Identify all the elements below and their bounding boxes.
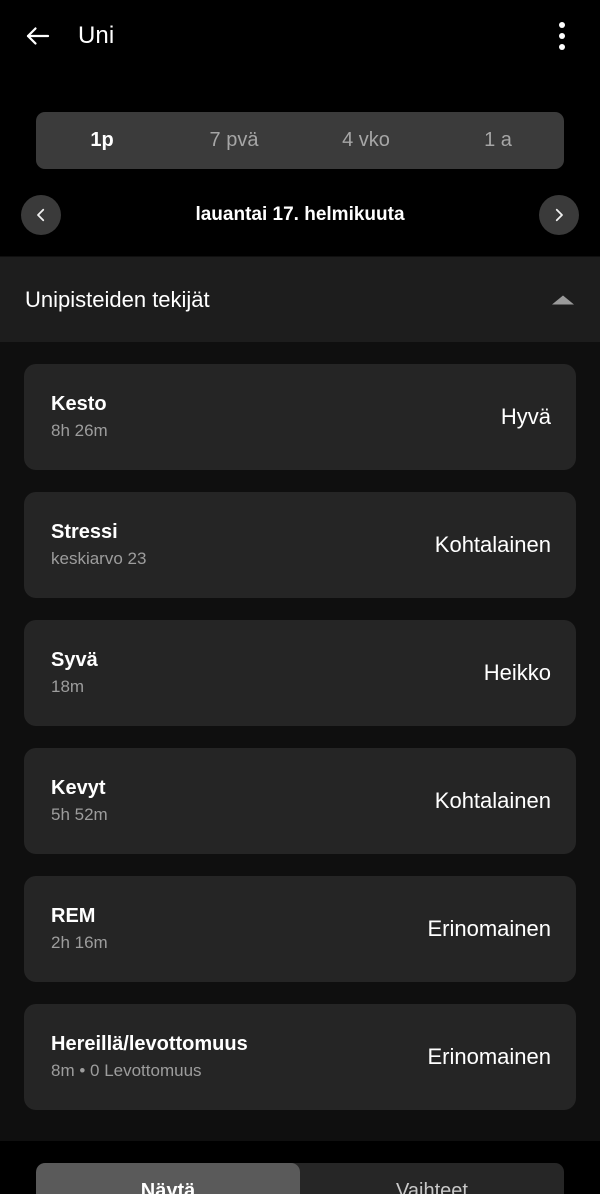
status-badge: Kohtalainen: [434, 532, 551, 557]
top-bar-area: Uni 1p 7 pvä 4 vko 1 a lauantai 17. helm: [0, 0, 600, 256]
factor-detail: 5h 52m: [51, 805, 108, 824]
tab-1p[interactable]: 1p: [36, 112, 168, 169]
factor-detail: 8h 26m: [51, 421, 108, 440]
tab-4vko[interactable]: 4 vko: [300, 112, 432, 169]
arrow-left-icon: [23, 21, 53, 51]
kebab-dot: [559, 22, 565, 28]
card-text-group: Stressi keskiarvo 23: [24, 519, 435, 571]
status-badge: Kohtalainen: [434, 788, 551, 813]
sleep-factor-list: Kesto 8h 26m Hyvä Stressi keskiarvo 23 K…: [0, 342, 600, 1132]
tab-1a[interactable]: 1 a: [432, 112, 564, 169]
kebab-menu-icon[interactable]: [534, 8, 590, 64]
factor-name: Kesto: [51, 393, 107, 415]
bottom-toggle-strip: Näytä Vaihteet: [0, 1141, 600, 1194]
card-text-group: Kesto 8h 26m: [24, 391, 501, 443]
caret-up-icon[interactable]: [552, 295, 574, 304]
bottom-tab-naytat[interactable]: Näytä: [36, 1163, 300, 1194]
factor-name: Syvä: [51, 649, 98, 671]
list-item[interactable]: Kesto 8h 26m Hyvä: [24, 364, 576, 470]
page-title: Uni: [78, 22, 115, 49]
list-item[interactable]: Kevyt 5h 52m Kohtalainen: [24, 748, 576, 854]
card-text-group: Kevyt 5h 52m: [24, 775, 435, 827]
sleep-details-screen: Uni 1p 7 pvä 4 vko 1 a lauantai 17. helm: [0, 0, 600, 1194]
list-item[interactable]: REM 2h 16m Erinomainen: [24, 876, 576, 982]
bottom-tab-group: Näytä Vaihteet: [36, 1163, 564, 1194]
list-item[interactable]: Hereillä/levottomuus 8m • 0 Levottomuus …: [24, 1004, 576, 1110]
list-item[interactable]: Stressi keskiarvo 23 Kohtalainen: [24, 492, 576, 598]
status-badge: Erinomainen: [427, 916, 551, 941]
card-text-group: REM 2h 16m: [24, 903, 427, 955]
back-button[interactable]: [10, 8, 66, 64]
list-item[interactable]: Syvä 18m Heikko: [24, 620, 576, 726]
kebab-dot: [559, 44, 565, 50]
card-text-group: Syvä 18m: [24, 647, 484, 699]
chevron-right-icon: [550, 206, 568, 224]
next-day-button[interactable]: [539, 195, 579, 235]
status-badge: Hyvä: [500, 404, 551, 429]
kebab-dot: [559, 33, 565, 39]
range-tab-group: 1p 7 pvä 4 vko 1 a: [36, 112, 564, 169]
card-text-group: Hereillä/levottomuus 8m • 0 Levottomuus: [24, 1031, 427, 1083]
status-badge: Heikko: [483, 660, 551, 685]
factor-detail: keskiarvo 23: [51, 549, 147, 568]
status-badge: Erinomainen: [427, 1044, 551, 1069]
current-date-label: lauantai 17. helmikuuta: [195, 204, 405, 225]
sleep-score-factors-section-header[interactable]: Unipisteiden tekijät: [0, 257, 600, 342]
factor-detail: 8m • 0 Levottomuus: [51, 1061, 202, 1080]
date-navigator: lauantai 17. helmikuuta: [0, 194, 600, 238]
factor-detail: 18m: [51, 677, 85, 696]
bottom-tab-vaiheet[interactable]: Vaihteet: [300, 1163, 564, 1194]
factor-name: Kevyt: [51, 777, 106, 799]
factor-name: Hereillä/levottomuus: [51, 1033, 248, 1055]
app-bar: Uni: [0, 0, 600, 72]
factor-name: REM: [51, 905, 96, 927]
factor-name: Stressi: [51, 521, 118, 543]
factor-detail: 2h 16m: [51, 933, 108, 952]
section-title: Unipisteiden tekijät: [25, 286, 210, 312]
tab-7pva[interactable]: 7 pvä: [168, 112, 300, 169]
